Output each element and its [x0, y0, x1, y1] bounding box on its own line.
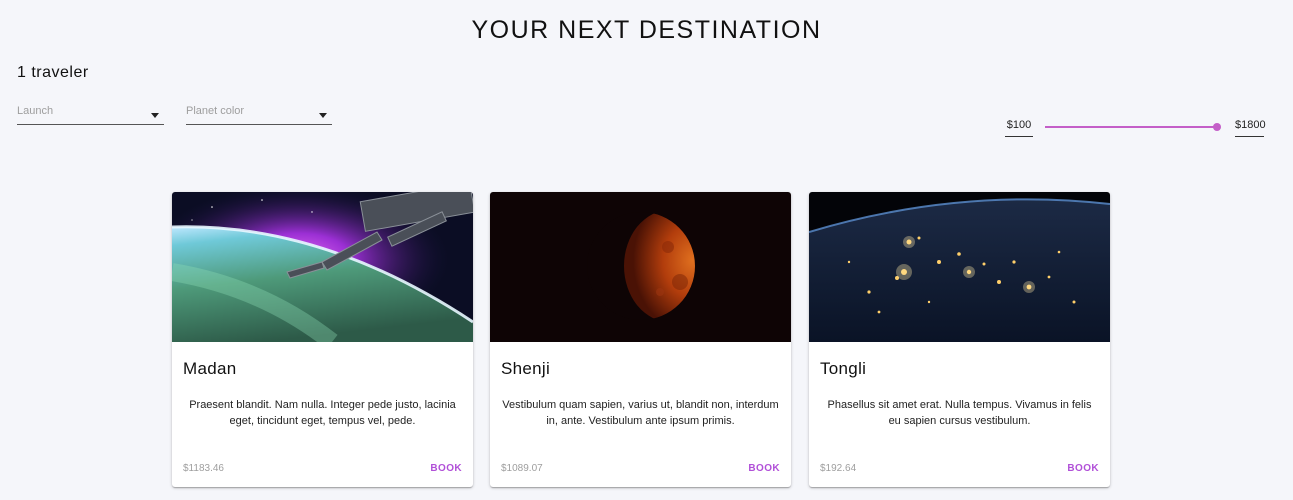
red-moon-image: [490, 192, 791, 342]
planet-color-select-placeholder: Planet color: [186, 105, 245, 117]
page-title: YOUR NEXT DESTINATION: [471, 16, 822, 44]
book-button[interactable]: BOOK: [1067, 463, 1099, 474]
card-title: Madan: [183, 359, 237, 378]
card-description: Praesent blandit. Nam nulla. Integer ped…: [189, 399, 456, 427]
page: YOUR NEXT DESTINATION 1 traveler Launch …: [0, 0, 1293, 500]
card-description: Vestibulum quam sapien, varius ut, bland…: [502, 399, 779, 427]
card-title: Shenji: [501, 359, 551, 378]
card-price: $1089.07: [501, 463, 543, 474]
price-range-slider[interactable]: [1045, 123, 1221, 131]
space-station-aurora-image: [172, 192, 473, 342]
launch-select[interactable]: Launch: [17, 104, 164, 125]
dropdown-arrow-icon: [151, 113, 159, 118]
price-min-field[interactable]: $100: [1005, 119, 1033, 137]
destination-card: Tongli Phasellus sit amet erat. Nulla te…: [809, 192, 1110, 487]
card-title: Tongli: [820, 359, 867, 378]
price-max-field[interactable]: $1800: [1235, 119, 1266, 137]
card-description: Phasellus sit amet erat. Nulla tempus. V…: [827, 399, 1092, 427]
earth-night-lights-image: [809, 192, 1110, 342]
book-button[interactable]: BOOK: [748, 463, 780, 474]
destination-card: Shenji Vestibulum quam sapien, varius ut…: [490, 192, 791, 487]
dropdown-arrow-icon: [319, 113, 327, 118]
destination-card: Madan Praesent blandit. Nam nulla. Integ…: [172, 192, 473, 487]
card-price: $1183.46: [183, 463, 224, 474]
book-button[interactable]: BOOK: [430, 463, 462, 474]
price-slider-thumb[interactable]: [1213, 123, 1221, 131]
traveler-count[interactable]: 1 traveler: [17, 64, 89, 82]
card-price: $192.64: [820, 463, 857, 474]
planet-color-select[interactable]: Planet color: [186, 104, 332, 125]
launch-select-placeholder: Launch: [17, 105, 54, 117]
